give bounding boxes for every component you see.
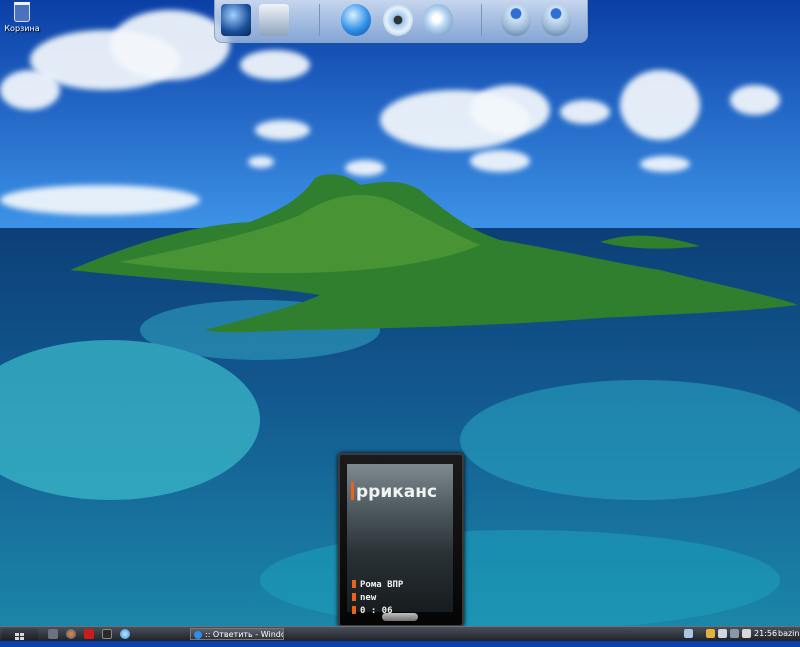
widget-screen: рриканс Рома ВПР new 0 : 06 bbox=[347, 464, 453, 616]
folder-icon[interactable] bbox=[259, 4, 289, 36]
media-player-widget[interactable]: рриканс Рома ВПР new 0 : 06 bbox=[338, 453, 464, 627]
launcher-separator bbox=[481, 4, 482, 36]
network-icon[interactable] bbox=[706, 629, 715, 638]
joystick-icon[interactable] bbox=[501, 4, 531, 36]
task-button-label: :: Ответить - Windo... bbox=[205, 630, 283, 639]
start-button[interactable] bbox=[2, 628, 38, 640]
speaker-icon[interactable] bbox=[718, 629, 727, 638]
artist-row: Рома ВПР bbox=[352, 580, 403, 590]
firefox-icon[interactable] bbox=[66, 629, 76, 639]
media-icon[interactable] bbox=[221, 4, 251, 36]
internet-explorer-icon bbox=[194, 631, 202, 639]
widget-control-button[interactable] bbox=[382, 613, 418, 621]
winamp-icon[interactable] bbox=[102, 629, 112, 639]
top-launcher-bar bbox=[214, 0, 588, 43]
recycle-bin-shortcut[interactable]: Корзина bbox=[4, 2, 40, 33]
taskbar: :: Ответить - Windo... 21:56 bazin bbox=[0, 626, 800, 641]
show-desktop-icon[interactable] bbox=[48, 629, 58, 639]
track-row: new bbox=[352, 593, 376, 603]
shield-icon[interactable] bbox=[730, 629, 739, 638]
internet-explorer-icon[interactable] bbox=[120, 629, 130, 639]
recycle-bin-icon bbox=[14, 2, 30, 22]
scrolling-title: рриканс bbox=[351, 482, 451, 502]
task-button-reply-window[interactable]: :: Ответить - Windo... bbox=[190, 628, 284, 640]
settings-disc-icon[interactable] bbox=[423, 4, 453, 36]
windows-logo-icon bbox=[15, 633, 24, 640]
eye-icon[interactable] bbox=[383, 4, 413, 36]
title-marker bbox=[351, 482, 354, 500]
track-label: new bbox=[360, 593, 377, 603]
joystick-alert-icon[interactable] bbox=[541, 4, 571, 36]
notepad-icon[interactable] bbox=[684, 629, 693, 638]
lock-icon[interactable] bbox=[742, 629, 751, 638]
media-player-icon[interactable] bbox=[84, 629, 94, 639]
user-name: bazin bbox=[778, 629, 800, 638]
launcher-separator bbox=[319, 4, 320, 36]
recycle-bin-label: Корзина bbox=[4, 24, 40, 33]
clock[interactable]: 21:56 bbox=[754, 628, 777, 640]
internet-explorer-icon[interactable] bbox=[341, 4, 371, 36]
artist-label: Рома ВПР bbox=[360, 580, 404, 590]
